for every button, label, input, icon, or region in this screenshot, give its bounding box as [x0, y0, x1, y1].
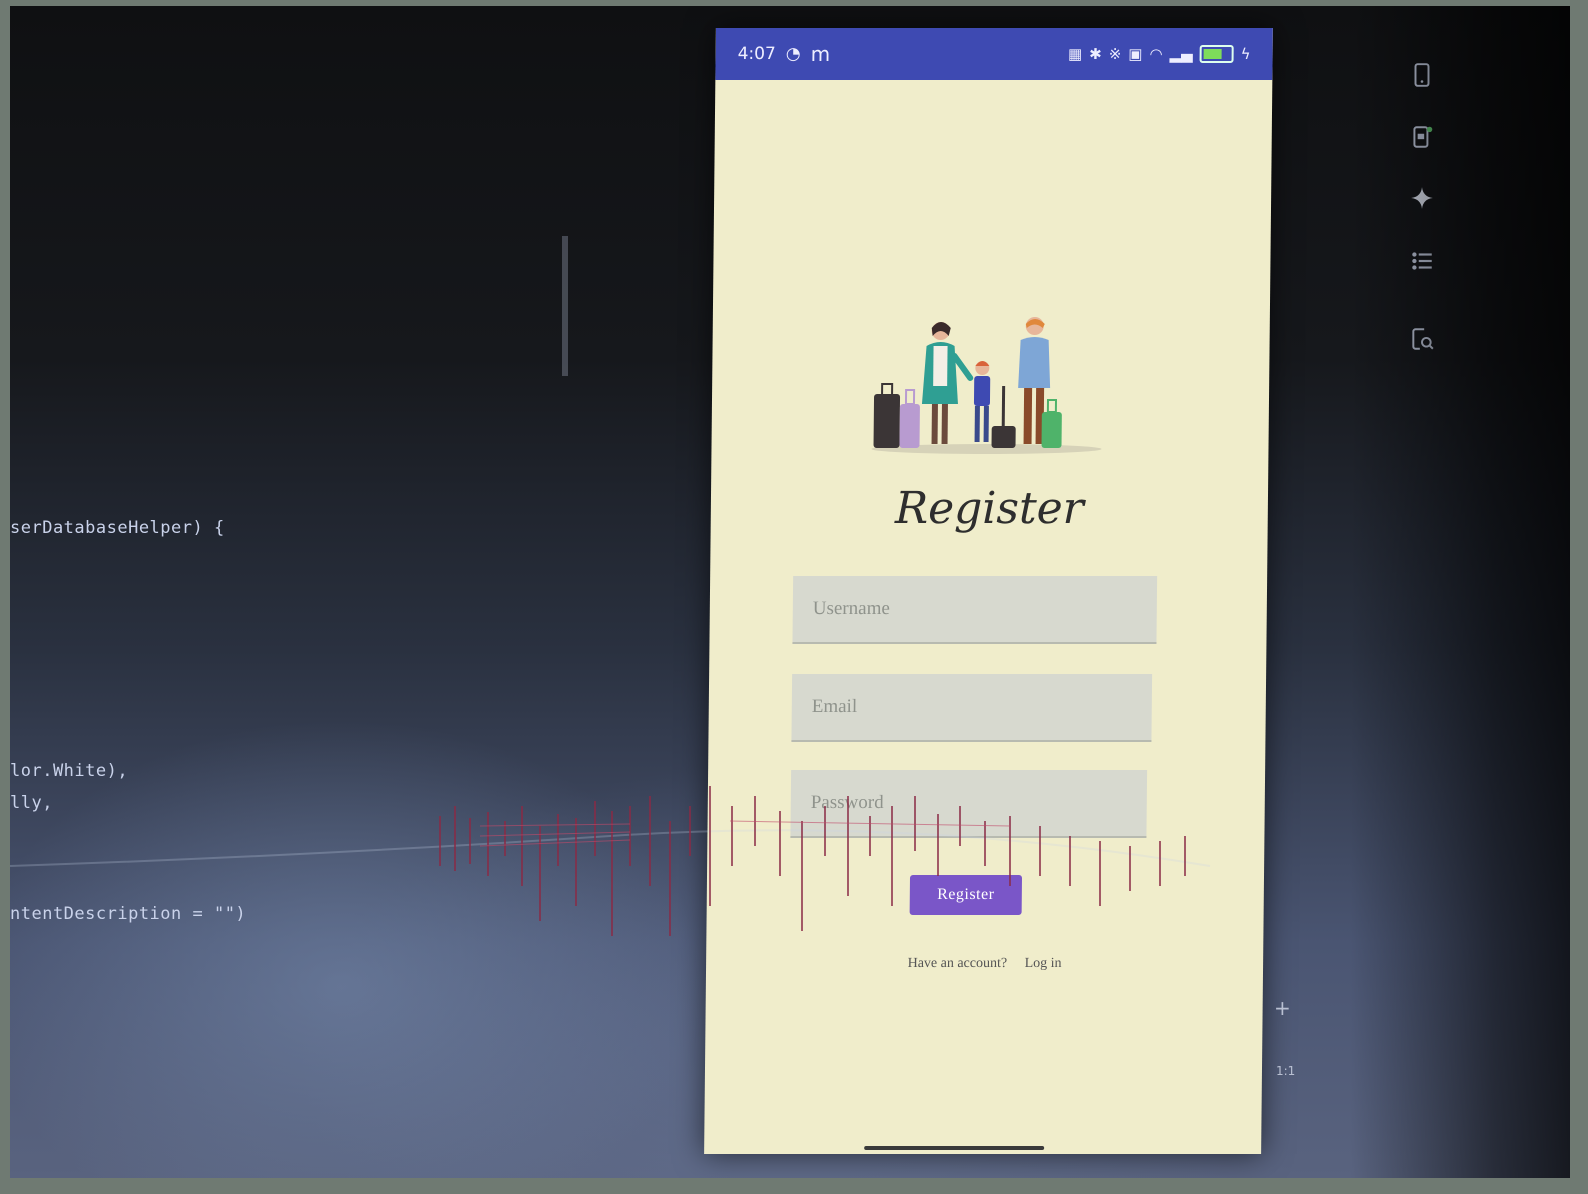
email-input[interactable] [809, 695, 1152, 719]
status-bar: 4:07 ◔ m ▦ ✱ ※ ▣ ◠ ▂▄ ϟ [715, 28, 1273, 80]
username-input[interactable] [810, 597, 1157, 621]
status-time: 4:07 [737, 44, 776, 64]
code-line: serDatabaseHelper) { [10, 518, 225, 538]
page-title: Register [894, 483, 1085, 534]
code-line: lly, [10, 793, 53, 813]
username-field[interactable] [792, 576, 1158, 644]
gesture-home-bar[interactable] [864, 1146, 1045, 1150]
editor-divider [562, 236, 568, 376]
password-field[interactable] [790, 770, 1148, 838]
running-devices-icon[interactable] [1405, 120, 1439, 154]
vibrate-icon: ※ [1108, 45, 1122, 63]
password-input[interactable] [808, 791, 1147, 815]
travel-family-illustration [871, 317, 1102, 454]
monitor-bezel-shadow [1350, 6, 1570, 1178]
monitor-photo: serDatabaseHelper) { lor.White), lly, nt… [10, 6, 1570, 1178]
carrier-glyph: m [810, 42, 831, 66]
battery-icon [1199, 45, 1234, 63]
login-prompt: Have an account? Log in [706, 956, 1263, 972]
bluetooth-icon: ✱ [1089, 45, 1102, 63]
app-inspection-icon[interactable] [1405, 322, 1439, 356]
layout-inspector-icon[interactable] [1405, 244, 1439, 278]
zoom-ratio-icon[interactable]: 1:1 [1276, 1064, 1295, 1078]
data-icon: ▣ [1128, 45, 1143, 63]
code-line: lor.White), [10, 761, 129, 781]
sync-icon: ◔ [785, 44, 801, 64]
register-button[interactable]: Register [909, 875, 1023, 915]
code-line: ntentDescription = "") [10, 904, 247, 924]
charging-icon: ϟ [1240, 45, 1251, 63]
device-manager-icon[interactable] [1405, 58, 1439, 92]
login-link[interactable]: Log in [1025, 956, 1062, 971]
signal-icon: ▂▄ [1169, 45, 1193, 63]
nfc-icon: ▦ [1067, 45, 1083, 63]
zoom-in-icon[interactable]: + [1274, 996, 1291, 1020]
emulator-screen: 4:07 ◔ m ▦ ✱ ※ ▣ ◠ ▂▄ ϟ Register Usernam… [704, 28, 1273, 1154]
have-account-text: Have an account? [907, 956, 1008, 971]
wifi-icon: ◠ [1149, 45, 1163, 63]
gemini-icon[interactable] [1405, 181, 1439, 215]
email-field[interactable] [791, 674, 1153, 742]
